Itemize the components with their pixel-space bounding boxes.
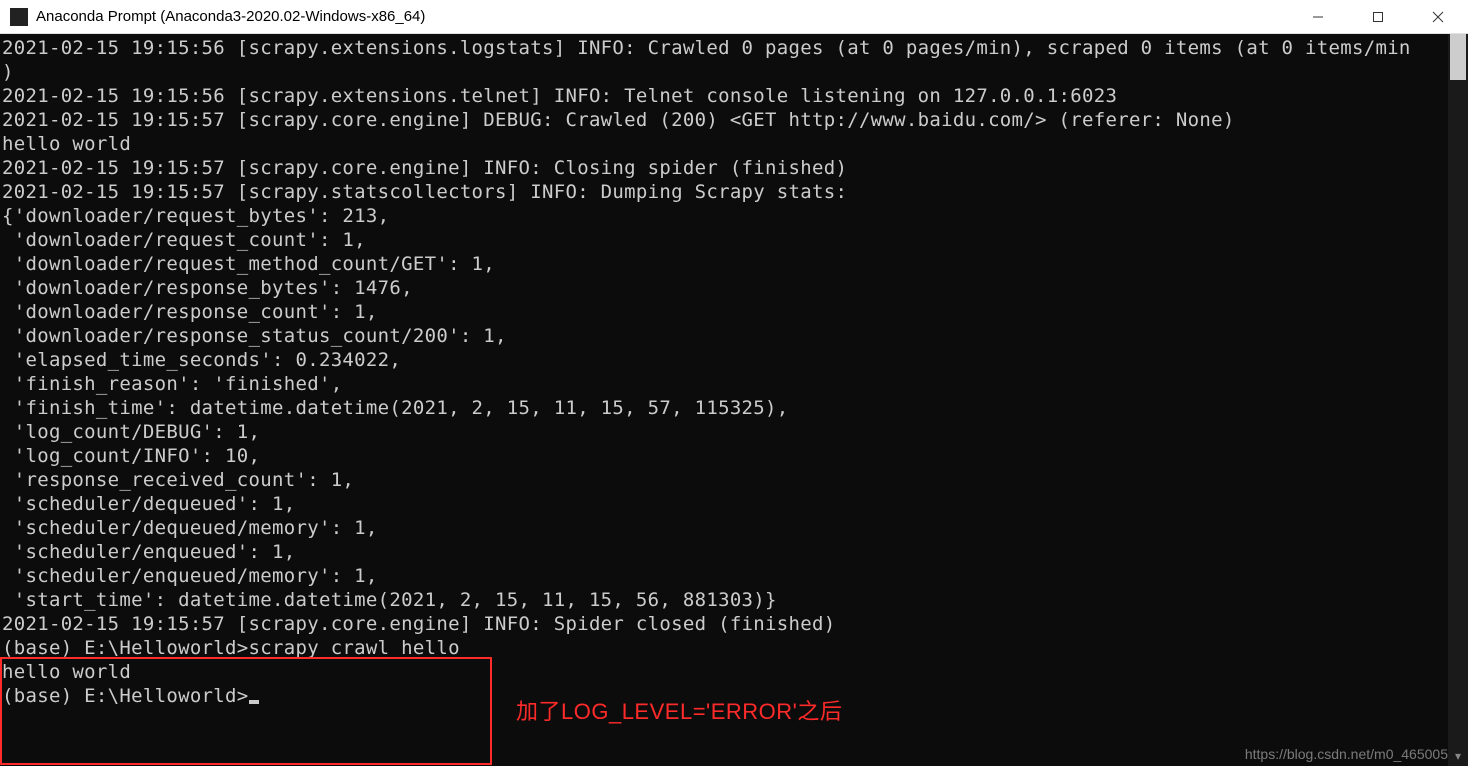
terminal-line: (base) E:\Helloworld>scrapy crawl hello xyxy=(2,636,1446,660)
terminal-line: 'finish_reason': 'finished', xyxy=(2,372,1446,396)
terminal-line: 'downloader/response_count': 1, xyxy=(2,300,1446,324)
close-button[interactable] xyxy=(1408,0,1468,33)
terminal-output[interactable]: 2021-02-15 19:15:56 [scrapy.extensions.l… xyxy=(0,34,1448,766)
app-icon xyxy=(10,8,28,26)
maximize-button[interactable] xyxy=(1348,0,1408,33)
terminal-line: 'downloader/response_bytes': 1476, xyxy=(2,276,1446,300)
minimize-icon xyxy=(1312,11,1324,23)
terminal-line: (base) E:\Helloworld> xyxy=(2,684,1446,708)
maximize-icon xyxy=(1372,11,1384,23)
terminal-line: 2021-02-15 19:15:57 [scrapy.statscollect… xyxy=(2,180,1446,204)
window-controls xyxy=(1288,0,1468,33)
cursor xyxy=(249,700,259,704)
window-title: Anaconda Prompt (Anaconda3-2020.02-Windo… xyxy=(36,8,425,25)
scrollbar-down-arrow[interactable]: ▾ xyxy=(1448,746,1468,766)
terminal-line: hello world xyxy=(2,132,1446,156)
terminal-line: 2021-02-15 19:15:56 [scrapy.extensions.t… xyxy=(2,84,1446,108)
titlebar[interactable]: Anaconda Prompt (Anaconda3-2020.02-Windo… xyxy=(0,0,1468,34)
terminal-line: 2021-02-15 19:15:57 [scrapy.core.engine]… xyxy=(2,156,1446,180)
terminal-line: {'downloader/request_bytes': 213, xyxy=(2,204,1446,228)
terminal-line: 'downloader/request_count': 1, xyxy=(2,228,1446,252)
terminal-line: 2021-02-15 19:15:57 [scrapy.core.engine]… xyxy=(2,108,1446,132)
scrollbar-thumb[interactable] xyxy=(1450,34,1466,80)
terminal-line: 'downloader/request_method_count/GET': 1… xyxy=(2,252,1446,276)
terminal-line: 'log_count/DEBUG': 1, xyxy=(2,420,1446,444)
terminal-line: 'downloader/response_status_count/200': … xyxy=(2,324,1446,348)
terminal-line: 'log_count/INFO': 10, xyxy=(2,444,1446,468)
terminal-line: ) xyxy=(2,60,1446,84)
terminal-line: 'finish_time': datetime.datetime(2021, 2… xyxy=(2,396,1446,420)
close-icon xyxy=(1432,11,1444,23)
terminal-line: 'scheduler/dequeued': 1, xyxy=(2,492,1446,516)
terminal-line: 'scheduler/enqueued': 1, xyxy=(2,540,1446,564)
terminal-line: 2021-02-15 19:15:56 [scrapy.extensions.l… xyxy=(2,36,1446,60)
terminal-line: hello world xyxy=(2,660,1446,684)
terminal-line: 2021-02-15 19:15:57 [scrapy.core.engine]… xyxy=(2,612,1446,636)
scrollbar[interactable]: ▾ xyxy=(1448,34,1468,766)
terminal-line: 'scheduler/enqueued/memory': 1, xyxy=(2,564,1446,588)
terminal-line: 'elapsed_time_seconds': 0.234022, xyxy=(2,348,1446,372)
terminal-line: 'start_time': datetime.datetime(2021, 2,… xyxy=(2,588,1446,612)
terminal-line: 'scheduler/dequeued/memory': 1, xyxy=(2,516,1446,540)
terminal-line: 'response_received_count': 1, xyxy=(2,468,1446,492)
terminal-container: 2021-02-15 19:15:56 [scrapy.extensions.l… xyxy=(0,34,1468,766)
watermark: https://blog.csdn.net/m0_465005 xyxy=(1245,746,1448,762)
minimize-button[interactable] xyxy=(1288,0,1348,33)
